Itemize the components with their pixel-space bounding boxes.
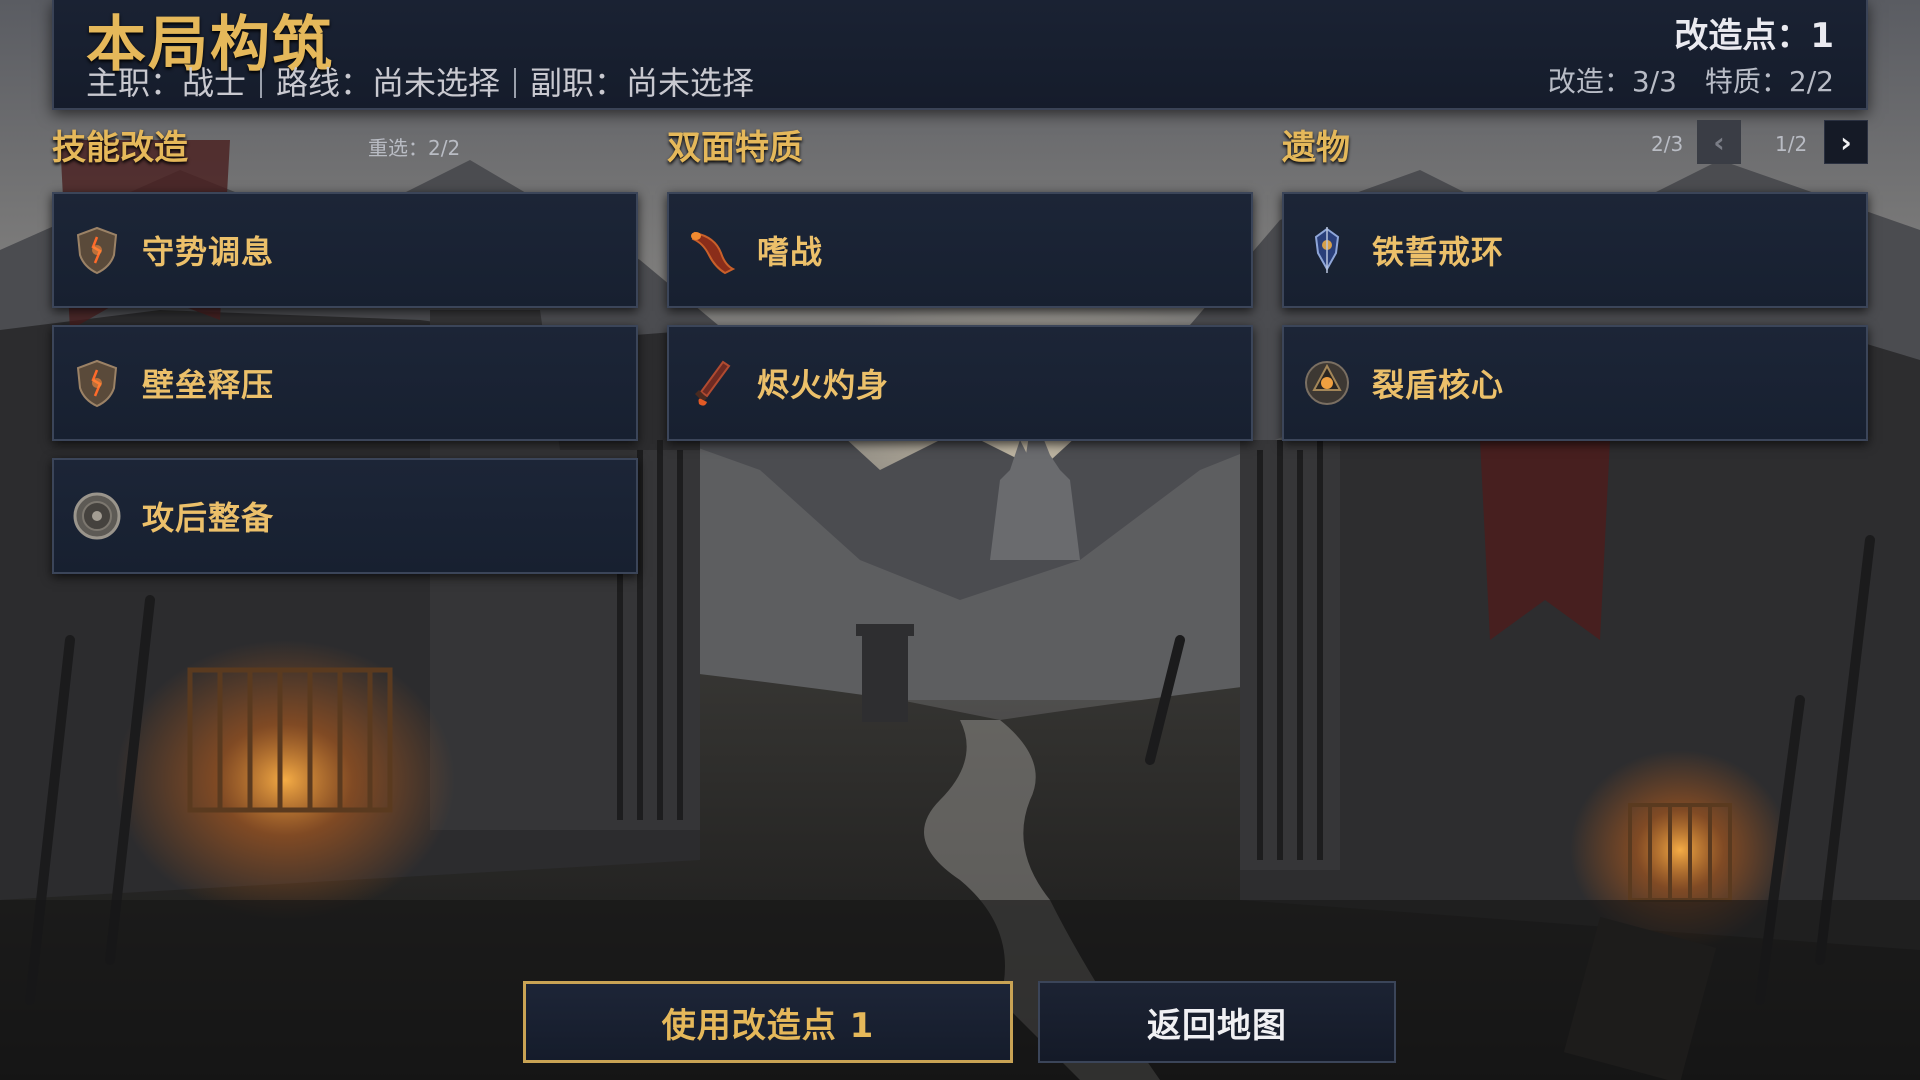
use-mod-point-button[interactable]: 使用改造点 1 bbox=[523, 981, 1013, 1063]
build-summary-line: 主职：战士 路线：尚未选择 副职：尚未选择 bbox=[86, 58, 754, 104]
cracked-shield-icon bbox=[76, 359, 118, 408]
skill-label: 攻后整备 bbox=[142, 499, 275, 537]
section-title-skills: 技能改造 bbox=[52, 128, 188, 168]
sub-class-label: 副职：尚未选择 bbox=[530, 64, 755, 102]
blue-crest-icon bbox=[1314, 227, 1340, 273]
page-next-button[interactable]: › bbox=[1824, 120, 1868, 164]
skill-card-bulwark-release[interactable]: 壁垒释压 bbox=[52, 325, 638, 441]
return-to-map-button[interactable]: 返回地图 bbox=[1038, 981, 1396, 1063]
trait-label: 嗜战 bbox=[757, 233, 824, 271]
orb-shield-icon bbox=[1305, 361, 1349, 405]
cracked-shield-icon bbox=[76, 226, 118, 275]
flaming-blade-icon bbox=[695, 360, 731, 406]
chevron-left-icon: ‹ bbox=[1713, 125, 1725, 159]
main-class-label: 主职：战士 bbox=[86, 64, 247, 102]
divider bbox=[514, 68, 517, 98]
skill-card-guard-breath[interactable]: 守势调息 bbox=[52, 192, 638, 308]
page-indicator: 1/2 bbox=[1775, 132, 1808, 156]
section-title-traits: 双面特质 bbox=[667, 128, 803, 168]
divider bbox=[260, 68, 263, 98]
slot-counts: 改造：3/3 特质：2/2 bbox=[1548, 60, 1834, 100]
skill-label: 守势调息 bbox=[142, 233, 275, 271]
mod-points-display: 改造点：1 bbox=[1674, 16, 1834, 56]
trait-card-ember-burn[interactable]: 烬火灼身 bbox=[667, 325, 1253, 441]
chevron-right-icon: › bbox=[1840, 125, 1852, 159]
relic-card-split-shield-core[interactable]: 裂盾核心 bbox=[1282, 325, 1868, 441]
relic-count: 2/3 bbox=[1651, 132, 1684, 156]
skill-card-post-attack-ready[interactable]: 攻后整备 bbox=[52, 458, 638, 574]
route-label: 路线：尚未选择 bbox=[276, 64, 501, 102]
reroll-counter: 重选：2/2 bbox=[368, 136, 461, 160]
relic-card-iron-oath-ring[interactable]: 铁誓戒环 bbox=[1282, 192, 1868, 308]
war-horn-icon bbox=[691, 231, 736, 275]
skill-label: 壁垒释压 bbox=[142, 366, 275, 404]
page-prev-button[interactable]: ‹ bbox=[1697, 120, 1741, 164]
round-shield-icon bbox=[73, 492, 121, 540]
trait-count: 特质：2/2 bbox=[1704, 65, 1834, 98]
trait-label: 烬火灼身 bbox=[757, 366, 890, 404]
trait-card-battle-lust[interactable]: 嗜战 bbox=[667, 192, 1253, 308]
section-title-relics: 遗物 bbox=[1282, 128, 1350, 168]
mod-count: 改造：3/3 bbox=[1547, 65, 1677, 98]
relic-label: 铁誓戒环 bbox=[1372, 233, 1505, 271]
relic-label: 裂盾核心 bbox=[1372, 366, 1505, 404]
build-header-panel: 本局构筑 主职：战士 路线：尚未选择 副职：尚未选择 改造点：1 改造：3/3 特质：… bbox=[52, 0, 1868, 110]
